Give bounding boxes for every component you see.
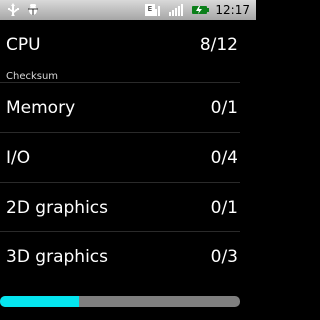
- list-row-value: 0/1: [210, 198, 238, 218]
- list-row-label: I/O: [6, 148, 31, 168]
- section-header: Checksum: [6, 71, 59, 82]
- list-row-cpu[interactable]: CPU 8/12: [0, 20, 256, 69]
- progress-bar: [0, 296, 240, 307]
- list-row-value: 8/12: [199, 35, 238, 55]
- list-row-label: 2D graphics: [6, 198, 108, 218]
- list-row-label: 3D graphics: [6, 247, 108, 267]
- usb-icon: [8, 3, 19, 16]
- list-row-value: 0/4: [210, 148, 238, 168]
- status-bar: E 12:17: [0, 0, 256, 20]
- list-row-2d-graphics[interactable]: 2D graphics 0/1: [0, 183, 256, 232]
- list-row-value: 0/3: [210, 247, 238, 267]
- list-row-3d-graphics[interactable]: 3D graphics 0/3: [0, 232, 256, 281]
- list-row-memory[interactable]: Memory 0/1: [0, 83, 256, 132]
- status-bar-left-icons: [6, 2, 40, 16]
- list-row-value: 0/1: [210, 98, 238, 118]
- list-row-label: Memory: [6, 98, 76, 118]
- debug-icon: [28, 4, 38, 15]
- status-clock: 12:17: [215, 3, 250, 17]
- edge-network-icon: E: [145, 4, 161, 16]
- list-row-label: CPU: [6, 35, 41, 55]
- list-row-io[interactable]: I/O 0/4: [0, 133, 256, 182]
- signal-icon: [169, 4, 184, 16]
- svg-text:E: E: [148, 5, 152, 13]
- battery-charging-icon: [192, 6, 210, 14]
- status-bar-right-icons: E 12:17: [143, 2, 250, 18]
- progress-bar-fill: [0, 296, 80, 307]
